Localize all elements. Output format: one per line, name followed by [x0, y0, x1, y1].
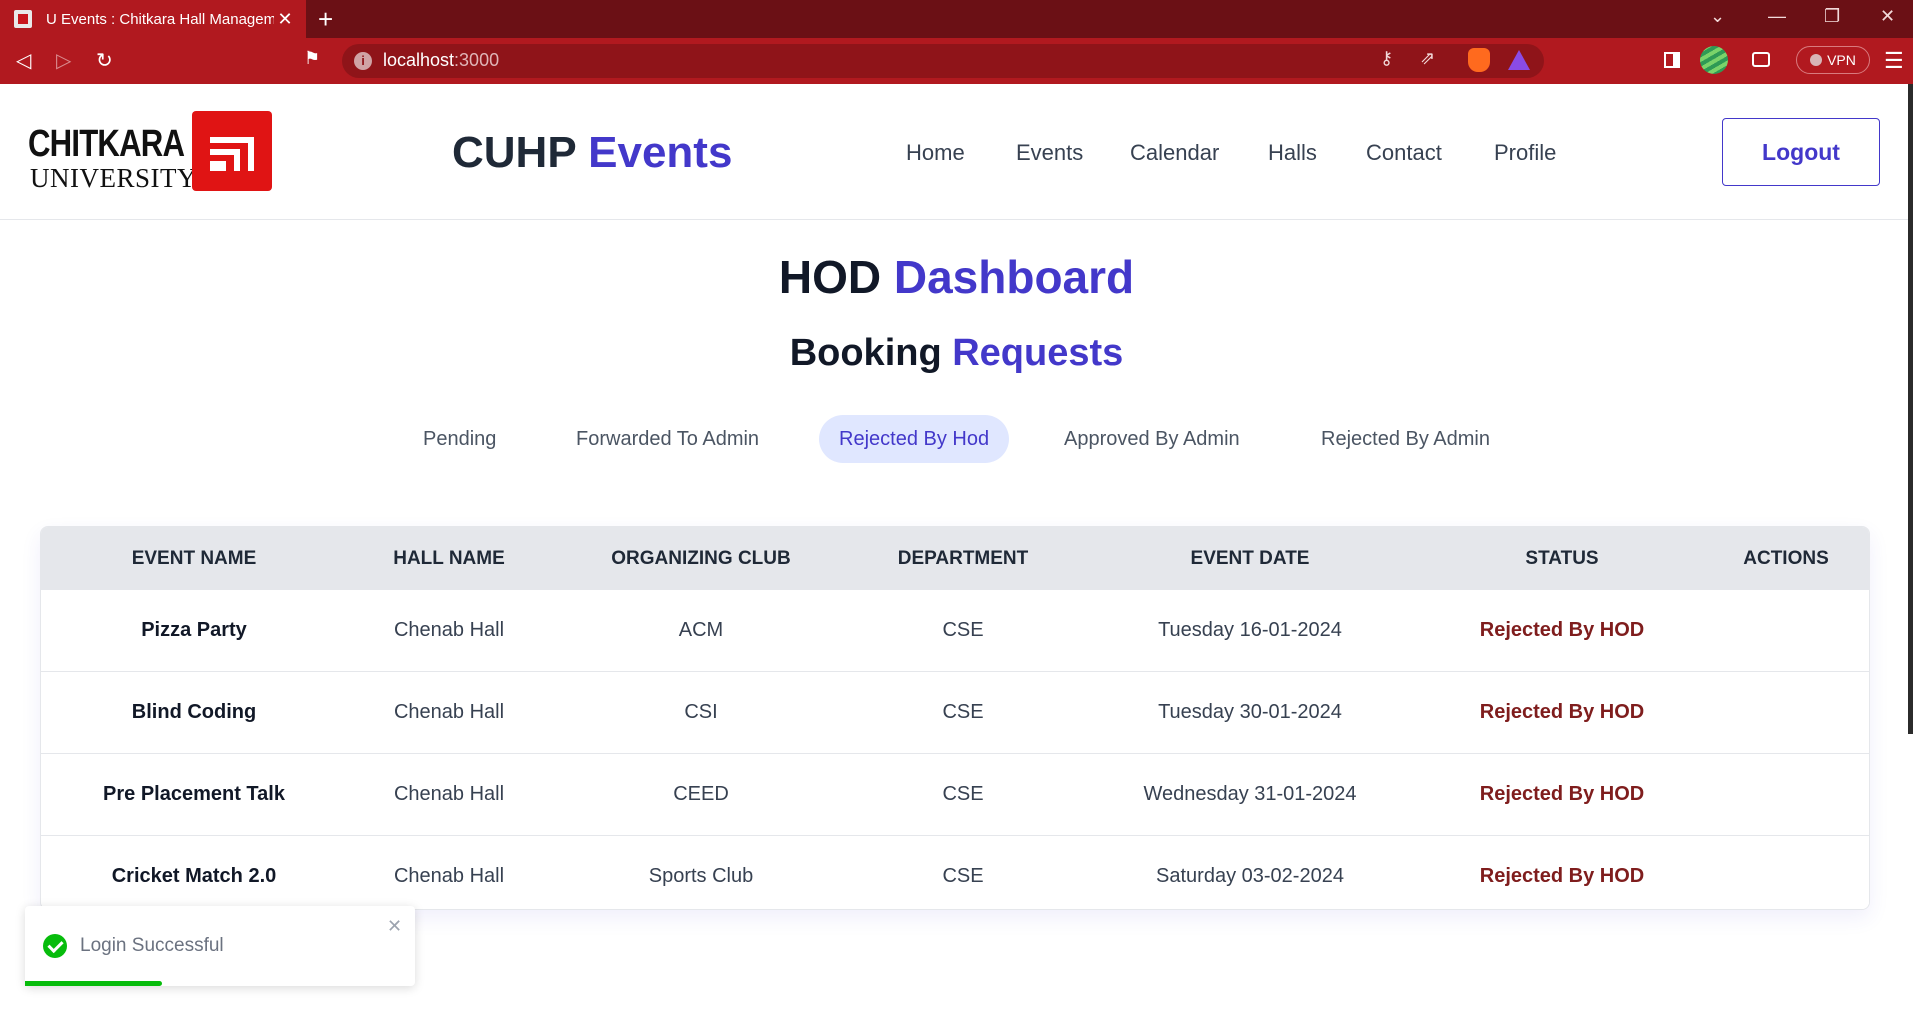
column-header-event-date: EVENT DATE: [1190, 548, 1310, 569]
booking-requests-table: EVENT NAME HALL NAME ORGANIZING CLUB DEP…: [40, 526, 1870, 910]
address-bar[interactable]: [342, 44, 1544, 78]
cell-event-date: Tuesday 30-01-2024: [1158, 701, 1342, 723]
column-header-actions: ACTIONS: [1743, 548, 1829, 569]
cell-hall-name: Chenab Hall: [393, 865, 505, 887]
cell-organizing-club: ACM: [678, 619, 724, 641]
filter-rejected-by-hod[interactable]: Rejected By Hod: [819, 415, 1010, 463]
cell-department: CSE: [942, 783, 984, 805]
nav-calendar[interactable]: Calendar: [1130, 140, 1219, 166]
cell-hall-name: Chenab Hall: [393, 783, 505, 805]
share-icon[interactable]: ⇗: [1420, 48, 1435, 69]
cell-organizing-club: Sports Club: [648, 865, 754, 887]
cell-event-date: Tuesday 16-01-2024: [1158, 619, 1342, 641]
restore-icon[interactable]: ❐: [1824, 6, 1840, 27]
page: CHITKARA UNIVERSITY CUHP Events Home Eve…: [0, 84, 1913, 1022]
new-tab-icon[interactable]: +: [318, 4, 333, 35]
forward-icon[interactable]: ▷: [56, 48, 71, 73]
cell-event-name: Cricket Match 2.0: [111, 865, 277, 887]
filter-forwarded-to-admin[interactable]: Forwarded To Admin: [556, 415, 779, 463]
logo-word-chitkara: CHITKARA: [28, 123, 185, 165]
wallet-icon[interactable]: [1752, 52, 1770, 67]
cell-event-name: Pizza Party: [141, 619, 247, 641]
browser-tab[interactable]: U Events : Chitkara Hall Management ✕: [0, 0, 306, 38]
table-row: Pizza Party Chenab Hall ACM CSE Tuesday …: [41, 589, 1869, 671]
page-title: HOD Dashboard: [0, 250, 1913, 304]
column-header-department: DEPARTMENT: [897, 548, 1029, 569]
table-header: EVENT NAME HALL NAME ORGANIZING CLUB DEP…: [41, 527, 1869, 589]
column-header-hall-name: HALL NAME: [393, 548, 505, 569]
extension-globe-icon[interactable]: [1700, 46, 1728, 74]
cell-event-date: Wednesday 31-01-2024: [1143, 783, 1357, 805]
section-title-accent: Requests: [952, 332, 1124, 374]
cell-event-date: Saturday 03-02-2024: [1156, 865, 1344, 887]
site-header: CHITKARA UNIVERSITY CUHP Events Home Eve…: [0, 84, 1913, 220]
tab-close-icon[interactable]: ✕: [274, 9, 296, 30]
nav-home[interactable]: Home: [906, 140, 965, 166]
brave-shields-icon[interactable]: [1468, 48, 1490, 72]
section-title-main: Booking: [789, 332, 942, 374]
cell-department: CSE: [942, 865, 984, 887]
filter-rejected-by-admin[interactable]: Rejected By Admin: [1301, 415, 1510, 463]
site-info-icon[interactable]: i: [354, 52, 372, 70]
toast-progress-bar: [25, 981, 162, 986]
toast-close-icon[interactable]: ✕: [387, 916, 402, 937]
brand-main: CUHP: [452, 128, 576, 177]
nav-events[interactable]: Events: [1016, 140, 1083, 166]
nav-profile[interactable]: Profile: [1494, 140, 1556, 166]
cell-department: CSE: [942, 701, 984, 723]
cell-hall-name: Chenab Hall: [393, 619, 505, 641]
page-title-accent: Dashboard: [893, 251, 1135, 303]
column-header-organizing-club: ORGANIZING CLUB: [611, 548, 791, 569]
chitkara-logo[interactable]: CHITKARA UNIVERSITY: [28, 111, 272, 193]
back-icon[interactable]: ◁: [16, 48, 31, 73]
site-favicon-icon: [14, 10, 32, 28]
tab-title: U Events : Chitkara Hall Management: [46, 10, 274, 28]
cell-department: CSE: [942, 619, 984, 641]
column-header-status: STATUS: [1525, 548, 1599, 569]
table-row: Pre Placement Talk Chenab Hall CEED CSE …: [41, 753, 1869, 835]
section-title: Booking Requests: [0, 332, 1913, 375]
table-row: Blind Coding Chenab Hall CSI CSE Tuesday…: [41, 671, 1869, 753]
key-icon[interactable]: ⚷: [1380, 48, 1393, 69]
vpn-status-icon: [1810, 54, 1823, 66]
browser-menu-icon[interactable]: ☰: [1884, 48, 1904, 74]
cell-status: Rejected By HOD: [1479, 619, 1645, 641]
logo-word-university: UNIVERSITY: [30, 163, 197, 193]
vpn-label: VPN: [1827, 52, 1856, 68]
site-brand[interactable]: CUHP Events: [452, 128, 732, 178]
bookmark-icon[interactable]: ⚑: [304, 48, 320, 69]
logo-mark-icon: [192, 111, 272, 191]
cell-organizing-club: CSI: [684, 701, 718, 723]
nav-contact[interactable]: Contact: [1366, 140, 1442, 166]
browser-tab-strip: U Events : Chitkara Hall Management ✕ + …: [0, 0, 1913, 38]
sidebar-toggle-icon[interactable]: [1664, 52, 1680, 68]
page-scrollbar[interactable]: [1908, 84, 1913, 734]
cell-hall-name: Chenab Hall: [393, 701, 505, 723]
cell-event-name: Pre Placement Talk: [103, 783, 285, 805]
minimize-icon[interactable]: —: [1768, 6, 1786, 27]
url-text[interactable]: localhost:3000: [383, 50, 499, 71]
filter-pending[interactable]: Pending: [403, 415, 516, 463]
column-header-event-name: EVENT NAME: [131, 548, 257, 569]
cell-status: Rejected By HOD: [1479, 701, 1645, 723]
logout-button[interactable]: Logout: [1722, 118, 1880, 186]
nav-halls[interactable]: Halls: [1268, 140, 1317, 166]
cell-status: Rejected By HOD: [1479, 865, 1645, 887]
tab-search-chevron-icon[interactable]: ⌄: [1710, 6, 1725, 27]
close-window-icon[interactable]: ✕: [1880, 6, 1895, 27]
cell-organizing-club: CEED: [673, 783, 729, 805]
success-check-icon: [43, 934, 67, 958]
brand-accent: Events: [588, 128, 733, 177]
toast-message: Login Successful: [80, 935, 224, 956]
brave-rewards-icon[interactable]: [1508, 50, 1530, 70]
table-row: Cricket Match 2.0 Chenab Hall Sports Clu…: [41, 835, 1869, 909]
filter-approved-by-admin[interactable]: Approved By Admin: [1044, 415, 1260, 463]
vpn-button[interactable]: VPN: [1796, 46, 1870, 74]
cell-status: Rejected By HOD: [1479, 783, 1645, 805]
reload-icon[interactable]: ↻: [96, 48, 113, 73]
cell-event-name: Blind Coding: [131, 701, 257, 723]
login-toast: Login Successful ✕: [25, 906, 415, 986]
page-title-main: HOD: [778, 251, 882, 303]
